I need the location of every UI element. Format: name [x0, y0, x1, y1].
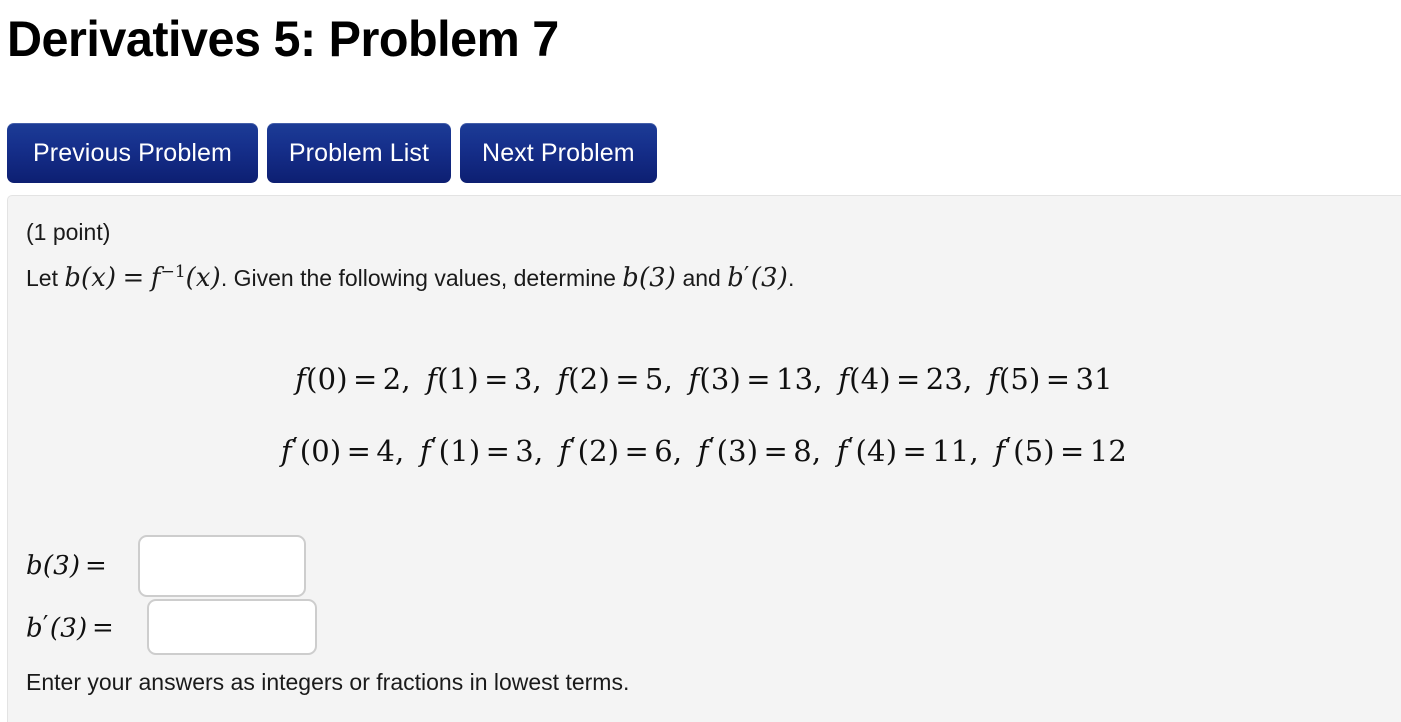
value-entry: f′(3) = 8	[697, 433, 812, 468]
answer-row: b(3) =	[26, 534, 317, 598]
prime-mark: ′	[569, 433, 577, 464]
prime-mark: ′	[430, 433, 438, 464]
prompt-f-inverse-exponent: −1	[160, 262, 186, 282]
value-entry: f′(1) = 3	[419, 433, 534, 468]
next-problem-button[interactable]: Next Problem	[460, 123, 657, 183]
prime-mark: ′	[291, 433, 299, 464]
prompt-target-derivative: b′(3)	[727, 260, 788, 293]
answer-label-b-prime-3: b′(3) =	[26, 610, 115, 644]
value-entry: f′(2) = 6	[558, 433, 673, 468]
point-value-label: (1 point)	[26, 219, 111, 245]
prompt-derivative-prime-mark: ′	[743, 260, 750, 289]
problem-navigation-bar: Previous Problem Problem List Next Probl…	[7, 123, 657, 183]
value-entry: f(2) = 5	[557, 362, 664, 396]
derivative-values-row: f′(0) = 4, f′(1) = 3, f′(2) = 6, f′(3) = 8, f′(4…	[280, 433, 1128, 468]
prompt-lead: Let	[26, 264, 58, 291]
value-entry: f(5) = 31	[987, 362, 1113, 396]
answer-format-hint: Enter your answers as integers or fracti…	[26, 669, 630, 695]
page-title: Derivatives 5: Problem 7	[7, 11, 559, 67]
prompt-b-of-x: b(x)	[64, 262, 117, 293]
answer-prime-mark: ′	[42, 610, 49, 639]
answer-row: b′(3) =	[26, 598, 317, 656]
prompt-f-inverse: f−1(x)	[150, 262, 221, 293]
prompt-equals: =	[122, 262, 145, 293]
problem-list-button[interactable]: Problem List	[266, 123, 452, 183]
problem-panel: (1 point) Let b(x) = f−1(x). Given the f…	[7, 195, 1401, 722]
value-entry: f(0) = 2	[295, 362, 402, 396]
prompt-period: .	[788, 264, 795, 291]
previous-problem-button[interactable]: Previous Problem	[7, 123, 258, 183]
value-entry: f(3) = 13	[688, 362, 814, 396]
answer-input-b3[interactable]	[138, 535, 306, 597]
prompt-conjunction: and	[682, 264, 721, 291]
function-values-row: f(0) = 2, f(1) = 3, f(2) = 5, f(3) = 13, f(4) = 23…	[295, 362, 1113, 396]
value-entry: f′(4) = 11	[836, 433, 970, 468]
problem-page: Derivatives 5: Problem 7 Previous Proble…	[0, 0, 1401, 722]
prime-mark: ′	[847, 433, 854, 464]
given-values-block: f(0) = 2, f(1) = 3, f(2) = 5, f(3) = 13, f(4) = 23…	[8, 344, 1400, 486]
prompt-target-value: b(3)	[622, 262, 677, 293]
value-entry: f(1) = 3	[426, 362, 533, 396]
value-entry: f(4) = 23	[838, 362, 964, 396]
value-entry: f′(5) = 12	[994, 433, 1128, 468]
problem-statement: Let b(x) = f−1(x). Given the following v…	[26, 254, 794, 296]
answer-input-b-prime-3[interactable]	[147, 599, 317, 655]
prime-mark: ′	[708, 433, 715, 464]
value-entry: f′(0) = 4	[280, 433, 395, 468]
answer-section: b(3) = b′(3) =	[26, 534, 317, 656]
answer-label-b3: b(3) =	[26, 551, 107, 581]
prompt-middle: . Given the following values, determine	[220, 264, 616, 291]
prime-mark: ′	[1005, 433, 1012, 464]
